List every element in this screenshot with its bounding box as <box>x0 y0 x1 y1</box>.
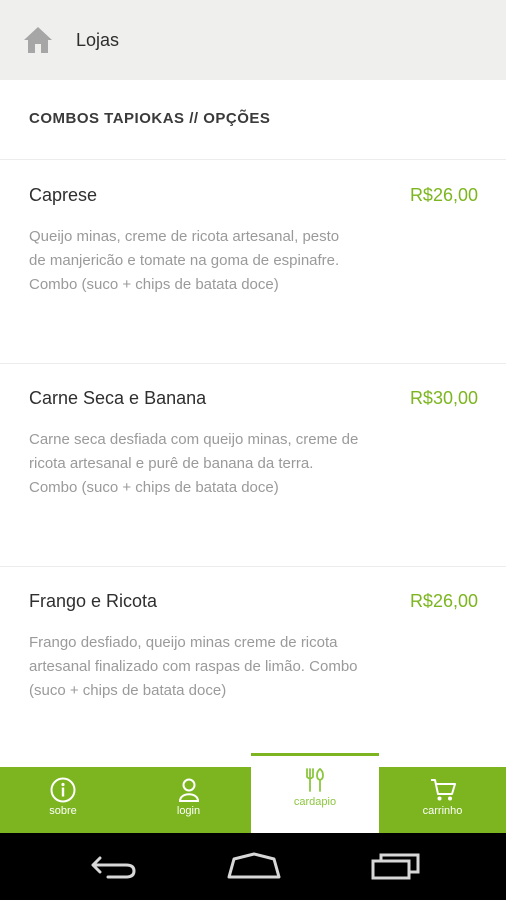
item-price: R$26,00 <box>409 185 478 205</box>
item-price: R$26,00 <box>409 591 478 611</box>
section-header: COMBOS TAPIOKAS // OPÇÕES <box>0 80 506 160</box>
item-description: Frango desfiado, queijo minas creme de r… <box>29 634 358 699</box>
home-nav-icon[interactable] <box>226 851 282 881</box>
section-title: COMBOS TAPIOKAS // OPÇÕES <box>29 110 271 127</box>
utensils-icon <box>306 768 324 792</box>
tab-label: login <box>176 805 201 817</box>
tab-label: carrinho <box>422 805 463 817</box>
home-icon[interactable] <box>22 24 54 56</box>
menu-item-caprese[interactable]: Caprese R$26,00 Queijo minas, creme de r… <box>0 161 506 364</box>
cart-icon <box>430 779 456 801</box>
back-icon[interactable] <box>88 851 138 881</box>
recents-icon[interactable] <box>370 851 422 881</box>
page-title: Lojas <box>76 30 120 50</box>
item-price: R$30,00 <box>409 388 478 408</box>
tab-sobre[interactable]: sobre <box>0 767 126 833</box>
bottom-tab-bar: sobre login cardapio carrinho <box>0 753 506 833</box>
tab-carrinho[interactable]: carrinho <box>379 767 506 833</box>
tab-label: cardapio <box>293 796 337 808</box>
android-nav-bar <box>0 833 506 900</box>
top-bar: Lojas <box>0 0 506 80</box>
item-name: Caprese <box>29 185 98 205</box>
item-name: Carne Seca e Banana <box>29 388 207 408</box>
item-description: Carne seca desfiada com queijo minas, cr… <box>29 431 359 496</box>
user-icon <box>178 778 199 802</box>
item-name: Frango e Ricota <box>29 591 158 611</box>
tab-cardapio[interactable]: cardapio <box>251 753 379 833</box>
item-description: Queijo minas, creme de ricota artesanal,… <box>29 228 340 293</box>
info-icon <box>50 777 76 803</box>
tab-login[interactable]: login <box>126 767 251 833</box>
menu-item-frango-ricota[interactable]: Frango e Ricota R$26,00 Frango desfiado,… <box>0 567 506 770</box>
menu-item-carne-seca[interactable]: Carne Seca e Banana R$30,00 Carne seca d… <box>0 364 506 567</box>
tab-label: sobre <box>49 805 77 817</box>
menu-list: Caprese R$26,00 Queijo minas, creme de r… <box>0 161 506 770</box>
